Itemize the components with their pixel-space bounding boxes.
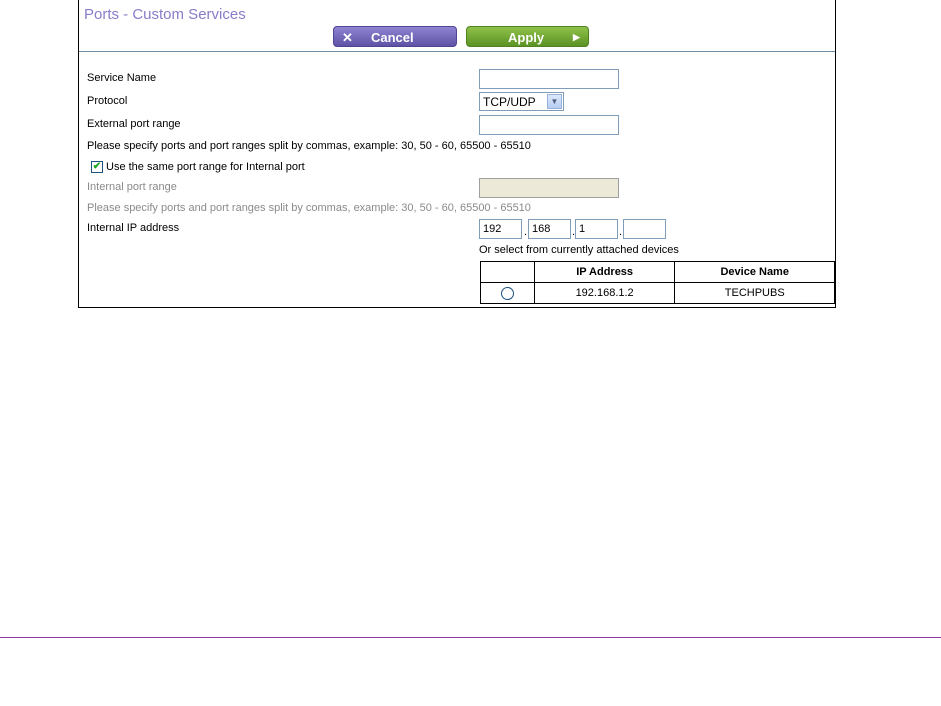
internal-ip-label: Internal IP address [87, 222, 180, 234]
internal-port-hint: Please specify ports and port ranges spl… [87, 202, 531, 214]
footer-divider [0, 637, 941, 638]
table-cell-ip: 192.168.1.2 [533, 282, 676, 304]
arrow-right-icon: ▶ [573, 32, 580, 42]
table-cell-device-name: TECHPUBS [674, 282, 835, 304]
page-title: Ports - Custom Services [84, 6, 246, 23]
devices-caption: Or select from currently attached device… [479, 244, 679, 256]
ip-octet-3-input[interactable] [575, 219, 618, 239]
port-range-hint: Please specify ports and port ranges spl… [87, 140, 531, 152]
device-radio[interactable] [500, 286, 514, 300]
attached-devices-table: IP Address Device Name 192.168.1.2 TECHP… [480, 261, 835, 304]
same-range-label: Use the same port range for Internal por… [106, 161, 305, 173]
cancel-button-label: Cancel [371, 30, 414, 45]
apply-button[interactable]: Apply ▶ [466, 26, 589, 47]
table-cell-select [480, 282, 535, 304]
ip-dot: . [619, 226, 623, 238]
chevron-down-icon[interactable]: ▼ [547, 94, 562, 109]
protocol-select[interactable]: TCP/UDP ▼ [479, 92, 564, 111]
ip-octet-2-input[interactable] [528, 219, 571, 239]
ip-octet-4-input[interactable] [623, 219, 666, 239]
custom-services-panel: Ports - Custom Services ✕ Cancel Apply ▶… [78, 0, 836, 308]
table-header-ip: IP Address [533, 261, 676, 283]
protocol-label: Protocol [87, 95, 128, 107]
table-header-select [480, 261, 535, 283]
apply-button-label: Apply [508, 30, 545, 45]
header-divider [79, 51, 835, 52]
service-name-input[interactable] [479, 69, 619, 89]
same-range-checkbox[interactable]: ✔ [91, 161, 103, 173]
service-name-label: Service Name [87, 72, 157, 84]
table-row: 192.168.1.2 TECHPUBS [480, 282, 835, 304]
protocol-selected-value: TCP/UDP [483, 95, 536, 109]
x-icon: ✕ [342, 30, 353, 45]
cancel-button[interactable]: ✕ Cancel [333, 26, 457, 47]
internal-port-input [479, 178, 619, 198]
ip-octet-1-input[interactable] [479, 219, 522, 239]
table-header-device-name: Device Name [674, 261, 835, 283]
external-port-label: External port range [87, 118, 181, 130]
ip-dot: . [524, 226, 528, 238]
table-header-row: IP Address Device Name [480, 261, 835, 283]
internal-port-label: Internal port range [87, 181, 177, 193]
external-port-input[interactable] [479, 115, 619, 135]
